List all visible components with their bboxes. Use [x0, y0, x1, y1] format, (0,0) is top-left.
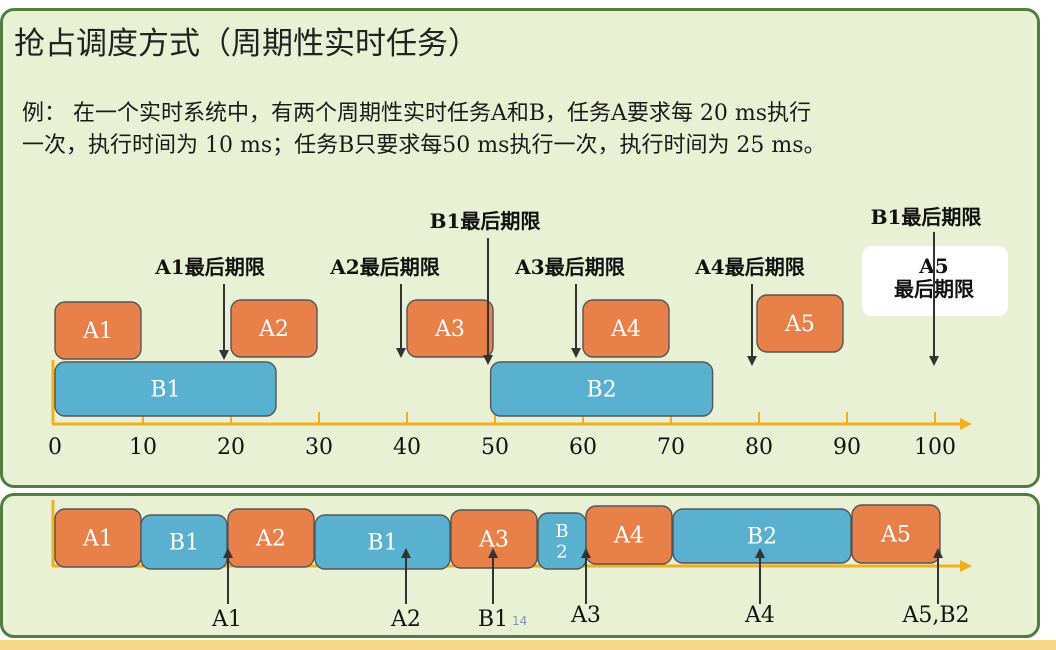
block-b1-label: B1 [150, 378, 180, 403]
seq-b2-part2-label: B2 [747, 525, 777, 550]
top-tick-label-5: 50 [481, 435, 509, 460]
top-tick-label-8: 80 [745, 435, 773, 460]
deadline-b1-second-label: B1最后期限 [871, 205, 982, 229]
top-tick-label-10: 100 [914, 435, 956, 460]
page-number: 14 [512, 614, 528, 628]
top-tick-label-6: 60 [569, 435, 597, 460]
deadline-a3-arrow-head [571, 348, 581, 358]
deadline-a5-b2-arrow-head [929, 356, 939, 366]
top-tick-label-4: 40 [393, 435, 421, 460]
block-a1-label: A1 [82, 319, 113, 344]
top-tick-label-2: 20 [217, 435, 245, 460]
top-tick-label-0: 0 [48, 435, 62, 460]
marker-a1-label: A1 [211, 607, 242, 632]
seq-a2-label: A2 [255, 527, 286, 552]
bottom-axis-arrowhead [960, 560, 972, 572]
deadline-b1-arrow-head [483, 355, 493, 365]
block-a5-label: A5 [784, 312, 815, 337]
deadline-a1-label: A1最后期限 [154, 255, 264, 279]
deadline-a4-arrow-head [747, 356, 757, 366]
deadline-a1-arrow-head [219, 350, 229, 360]
marker-a5-b2-label: A5,B2 [901, 603, 969, 628]
seq-a3-label: A3 [478, 528, 509, 553]
seq-a1-label: A1 [82, 527, 113, 552]
block-a4-label: A4 [610, 317, 641, 342]
marker-b1-label: B1 [478, 607, 508, 632]
seq-a4-label: A4 [613, 524, 644, 549]
deadline-a4-label: A4最后期限 [694, 255, 804, 279]
top-tick-label-3: 30 [305, 435, 333, 460]
top-tick-label-1: 10 [129, 435, 157, 460]
marker-a2-label: A2 [390, 607, 421, 632]
block-b2-label: B2 [587, 378, 617, 403]
schedule-diagram: 0 10 20 30 40 50 60 70 80 90 100 A1 A2 A3 A4 A5 B1 B2 A1最后… [48, 205, 1008, 632]
block-a3-label: A3 [434, 317, 465, 342]
top-tick-label-7: 70 [657, 435, 685, 460]
seq-a5-label: A5 [880, 523, 911, 548]
seq-b1-part1-label: B1 [169, 531, 199, 556]
top-tick-label-9: 90 [833, 435, 861, 460]
seq-b2-part1-label: B2 [555, 521, 568, 563]
deadline-a2-label: A2最后期限 [329, 255, 439, 279]
deadline-b1-label: B1最后期限 [430, 209, 541, 233]
deadline-a3-label: A3最后期限 [514, 255, 624, 279]
top-axis-arrowhead [960, 418, 972, 430]
seq-b1-part2-label: B1 [367, 531, 397, 556]
block-a2-label: A2 [258, 317, 289, 342]
marker-a3-label: A3 [570, 603, 601, 628]
deadline-a2-arrow-head [396, 348, 406, 358]
marker-a4-label: A4 [744, 603, 775, 628]
